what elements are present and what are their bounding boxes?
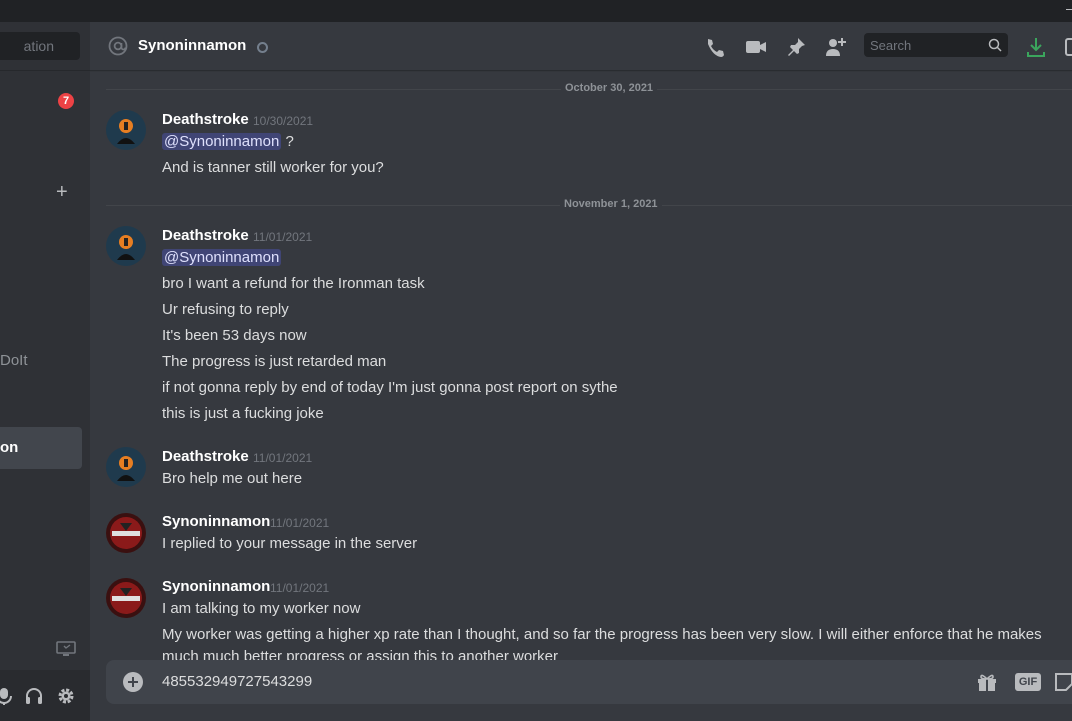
status-offline-icon xyxy=(257,42,268,53)
search-icon xyxy=(988,38,1002,52)
message-content: And is tanner still worker for you? xyxy=(162,159,384,176)
message-timestamp: 11/01/2021 xyxy=(270,581,330,595)
message-content: The progress is just retarded man xyxy=(162,353,387,370)
message-content: It's been 53 days now xyxy=(162,327,307,344)
date-divider: November 1, 2021 xyxy=(106,198,1072,210)
phone-call-icon[interactable] xyxy=(704,36,726,58)
channel-header: Synoninnamon Search xyxy=(90,22,1072,70)
message-author[interactable]: Deathstroke xyxy=(162,111,249,128)
avatar[interactable] xyxy=(106,513,146,553)
video-call-icon[interactable] xyxy=(745,36,767,58)
avatar[interactable] xyxy=(106,110,146,150)
window-titlebar xyxy=(0,0,1072,22)
message-content: @Synoninnamon xyxy=(162,249,282,266)
channel-title: Synoninnamon xyxy=(138,37,247,54)
pinned-messages-icon[interactable] xyxy=(785,36,807,58)
download-icon[interactable] xyxy=(1025,36,1047,58)
gif-picker-button[interactable]: GIF xyxy=(1015,673,1041,691)
message-content: My worker was getting a higher xp rate t… xyxy=(162,626,1042,643)
sidebar-divider xyxy=(0,70,90,71)
sticker-icon[interactable] xyxy=(1053,671,1072,693)
find-conversation-input[interactable]: ation xyxy=(0,32,80,60)
message-content: I am talking to my worker now xyxy=(162,600,361,617)
message-author[interactable]: Deathstroke xyxy=(162,227,249,244)
message-content: this is just a fucking joke xyxy=(162,405,324,422)
date-divider-label: November 1, 2021 xyxy=(560,198,662,210)
date-divider: October 30, 2021 xyxy=(106,82,1072,94)
date-divider-label: October 30, 2021 xyxy=(561,82,658,94)
message-author[interactable]: Synoninnamon xyxy=(162,513,270,530)
avatar[interactable] xyxy=(106,578,146,618)
user-mention[interactable]: @Synoninnamon xyxy=(162,133,282,150)
message-content: if not gonna reply by end of today I'm j… xyxy=(162,379,618,396)
sidebar-item-dolt[interactable]: DoIt xyxy=(0,352,28,369)
message-timestamp: 11/01/2021 xyxy=(253,451,313,465)
message-content: much much better progress or assign this… xyxy=(162,648,559,660)
settings-gear-icon[interactable] xyxy=(56,686,76,706)
message-timestamp: 11/01/2021 xyxy=(270,516,330,530)
message-timestamp: 10/30/2021 xyxy=(253,114,314,128)
message-author[interactable]: Deathstroke xyxy=(162,448,249,465)
gift-icon[interactable] xyxy=(976,671,998,693)
mention-suffix: ? xyxy=(281,133,294,150)
message-list: October 30, 2021 Deathstroke 10/30/2021 … xyxy=(90,70,1072,660)
user-panel xyxy=(0,670,90,721)
add-friend-icon[interactable] xyxy=(825,36,847,58)
sidebar-item-active-dm[interactable]: on xyxy=(0,427,82,469)
screen-share-icon[interactable] xyxy=(56,641,76,657)
message-content: bro I want a refund for the Ironman task xyxy=(162,275,425,292)
at-sign-icon xyxy=(108,36,128,56)
create-dm-icon[interactable]: + xyxy=(56,182,68,202)
search-input[interactable]: Search xyxy=(864,33,1008,57)
message-timestamp: 11/01/2021 xyxy=(253,230,313,244)
message-input[interactable]: 485532949727543299 xyxy=(162,673,312,690)
dm-sidebar: ation 7 + DoIt on xyxy=(0,22,90,721)
microphone-icon[interactable] xyxy=(0,686,14,706)
upload-plus-icon[interactable] xyxy=(123,672,143,692)
user-mention[interactable]: @Synoninnamon xyxy=(162,249,282,266)
message-composer[interactable]: 485532949727543299 GIF xyxy=(106,660,1072,704)
unread-badge: 7 xyxy=(58,93,74,109)
message-content: Bro help me out here xyxy=(162,470,303,487)
message-content: Ur refusing to reply xyxy=(162,301,289,318)
inbox-icon[interactable] xyxy=(1064,36,1072,58)
avatar[interactable] xyxy=(106,226,146,266)
minimize-icon[interactable] xyxy=(1066,9,1072,10)
message-content: @Synoninnamon ? xyxy=(162,133,294,150)
message-author[interactable]: Synoninnamon xyxy=(162,578,270,595)
search-placeholder: Search xyxy=(870,38,912,53)
avatar[interactable] xyxy=(106,447,146,487)
message-content: I replied to your message in the server xyxy=(162,535,418,552)
headphones-icon[interactable] xyxy=(24,686,44,706)
sidebar-item-label: on xyxy=(0,439,19,456)
